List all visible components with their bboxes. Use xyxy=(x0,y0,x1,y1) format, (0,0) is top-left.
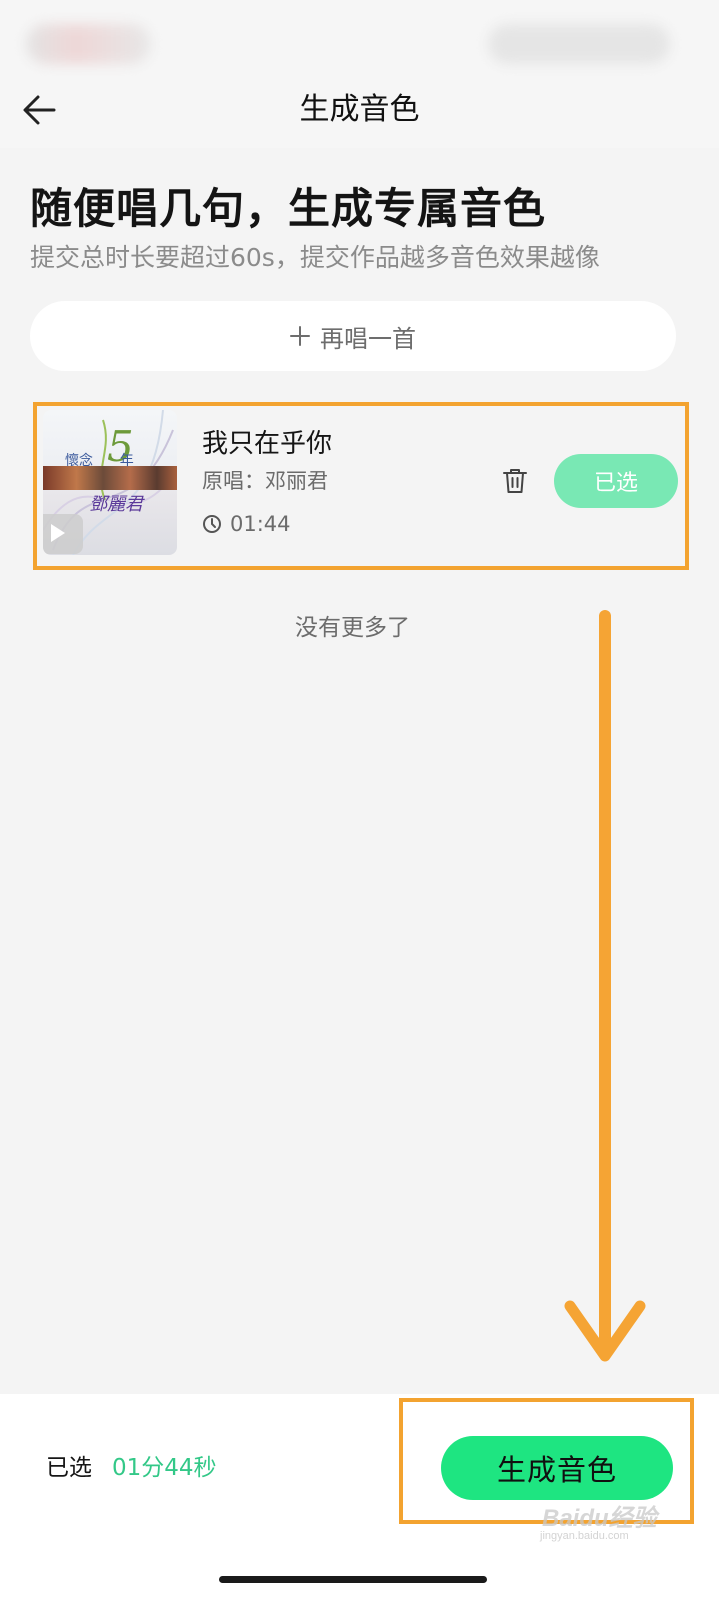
plus-icon xyxy=(290,326,310,346)
watermark-sub: jingyan.baidu.com xyxy=(540,1530,629,1542)
page-title: 生成音色 xyxy=(299,92,420,127)
song-card[interactable]: 5 懷念 年 鄧麗君 我只在乎你 原唱：邓丽君 01:44 已选 xyxy=(33,402,689,570)
trash-icon[interactable] xyxy=(500,466,530,496)
header: 生成音色 xyxy=(0,78,719,148)
footer-selected-total: 01分44秒 xyxy=(112,1455,217,1481)
song-selected-button[interactable]: 已选 xyxy=(554,454,678,508)
watermark-main: Baidu经验 xyxy=(542,1505,657,1532)
cover-artist-text: 鄧麗君 xyxy=(89,494,143,515)
baidu-watermark: Baidu经验 jingyan.baidu.com xyxy=(538,1494,678,1548)
sing-again-button[interactable]: 再唱一首 xyxy=(30,301,676,371)
annotation-arrow xyxy=(564,610,646,1362)
song-duration: 01:44 xyxy=(202,510,291,538)
home-indicator[interactable] xyxy=(219,1576,487,1583)
cover-text-top: 懷念 年 xyxy=(65,453,134,469)
clock-icon xyxy=(203,515,221,533)
hero-subtitle: 提交总时长要超过60s，提交作品越多音色效果越像 xyxy=(30,243,600,272)
song-duration-value: 01:44 xyxy=(230,512,291,536)
song-title: 我只在乎你 xyxy=(202,429,333,459)
status-bar xyxy=(0,0,719,78)
status-bar-left-blurred xyxy=(26,24,151,64)
status-bar-right-blurred xyxy=(488,24,670,64)
footer-selected-label: 已选 xyxy=(46,1455,92,1481)
song-cover[interactable]: 5 懷念 年 鄧麗君 xyxy=(43,410,177,555)
generate-voice-button[interactable]: 生成音色 xyxy=(441,1436,673,1500)
hero-title: 随便唱几句，生成专属音色 xyxy=(30,184,547,233)
sing-again-label: 再唱一首 xyxy=(320,324,416,353)
play-button[interactable] xyxy=(43,514,83,554)
bottom-bar: 已选 01分44秒 生成音色 Baidu经验 jingyan.baidu.com xyxy=(0,1394,719,1600)
play-icon xyxy=(51,524,65,542)
song-original-singer: 原唱：邓丽君 xyxy=(202,469,328,493)
